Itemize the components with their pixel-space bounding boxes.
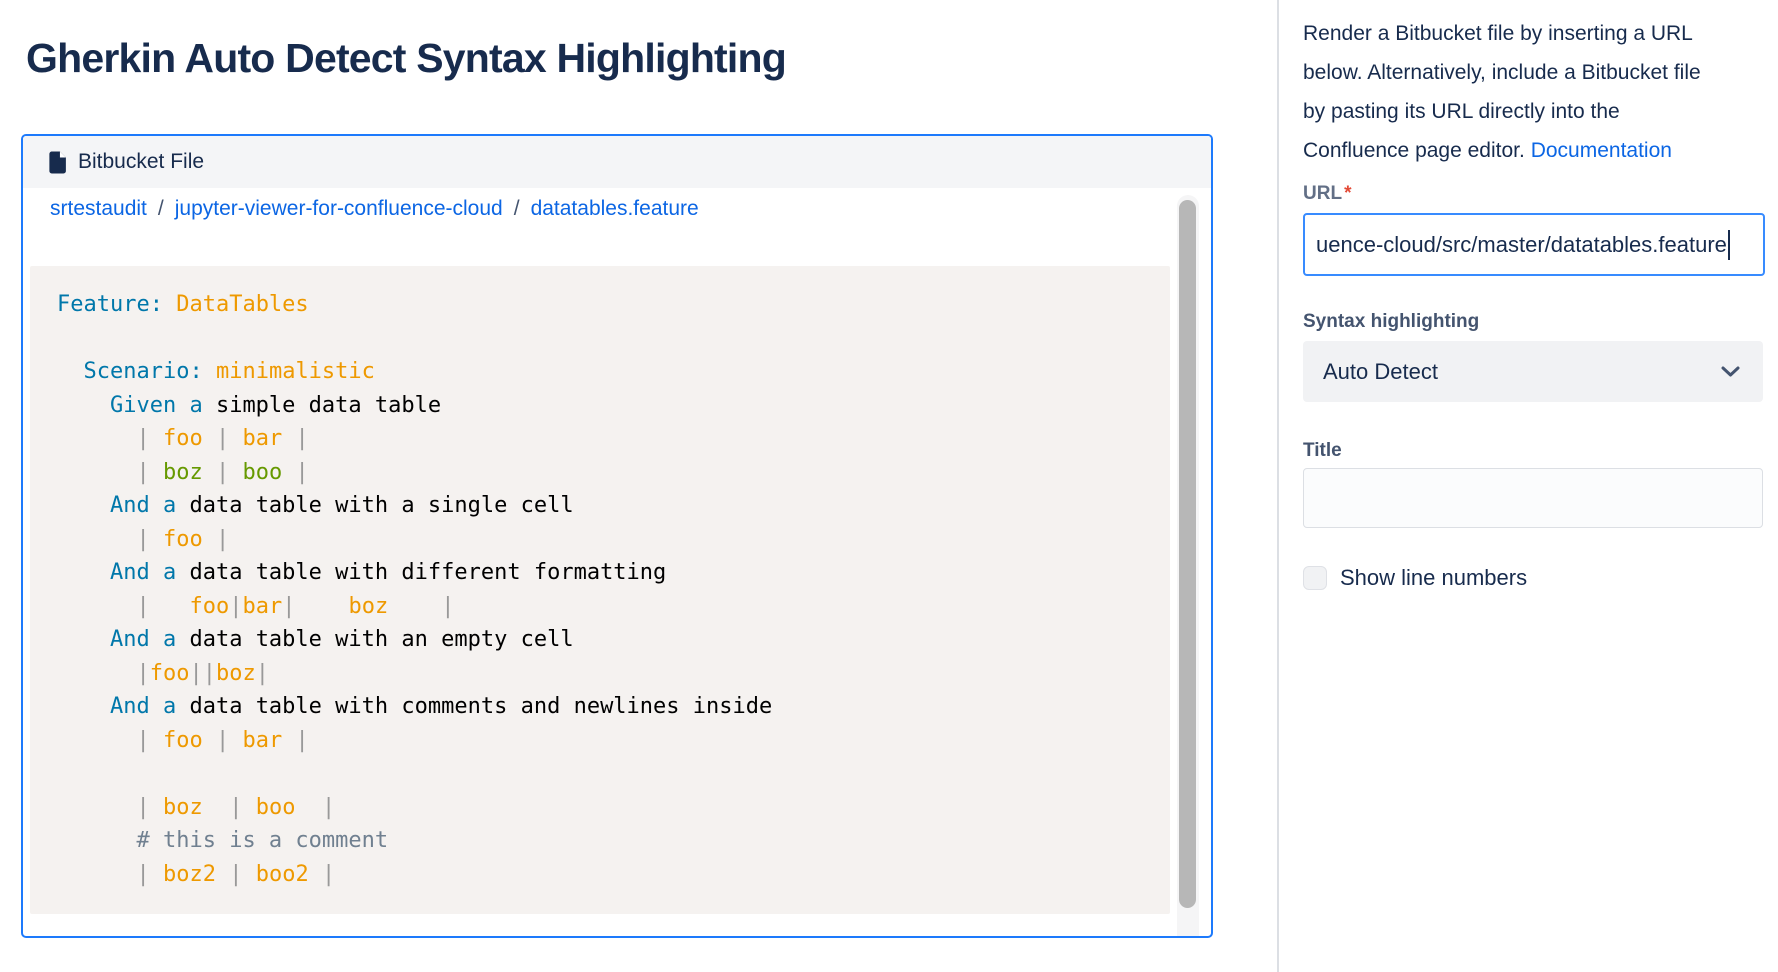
url-label: URL* xyxy=(1303,183,1765,205)
breadcrumb-separator: / xyxy=(514,197,520,220)
code-viewer: Feature: DataTables Scenario: minimalist… xyxy=(30,266,1170,914)
main-content: Gherkin Auto Detect Syntax Highlighting … xyxy=(0,0,1277,972)
breadcrumb-file[interactable]: datatables.feature xyxy=(531,197,699,220)
intro-text: Render a Bitbucket file by inserting a U… xyxy=(1303,14,1778,170)
chevron-down-icon xyxy=(1720,365,1741,378)
title-label: Title xyxy=(1303,440,1765,462)
page-title: Gherkin Auto Detect Syntax Highlighting xyxy=(26,32,1277,84)
url-input-value: uence-cloud/src/master/datatables.featur… xyxy=(1316,232,1727,258)
scrollbar-track[interactable] xyxy=(1177,195,1199,938)
macro-config-sidebar: Render a Bitbucket file by inserting a U… xyxy=(1303,0,1765,591)
scrollbar-thumb[interactable] xyxy=(1179,200,1196,908)
breadcrumb: srtestaudit / jupyter-viewer-for-confluenc… xyxy=(23,188,1211,244)
show-line-numbers-label: Show line numbers xyxy=(1340,565,1527,591)
breadcrumb-repository[interactable]: jupyter-viewer-for-confluence-cloud xyxy=(175,197,503,220)
macro-title: Bitbucket File xyxy=(78,150,204,174)
syntax-highlighting-label: Syntax highlighting xyxy=(1303,311,1765,333)
url-input[interactable]: uence-cloud/src/master/datatables.featur… xyxy=(1303,213,1765,276)
sidebar-divider xyxy=(1277,0,1279,972)
text-cursor xyxy=(1728,230,1730,260)
breadcrumb-workspace[interactable]: srtestaudit xyxy=(50,197,147,220)
document-icon xyxy=(48,151,67,174)
syntax-highlighting-select[interactable]: Auto Detect xyxy=(1303,341,1763,402)
documentation-link[interactable]: Documentation xyxy=(1531,139,1672,162)
required-asterisk: * xyxy=(1344,183,1351,204)
breadcrumb-separator: / xyxy=(158,197,164,220)
bitbucket-file-macro-panel[interactable]: Bitbucket File srtestaudit / jupyter-viewe… xyxy=(21,134,1213,938)
syntax-highlighting-value: Auto Detect xyxy=(1323,359,1438,385)
title-input[interactable] xyxy=(1303,468,1763,528)
show-line-numbers-row: Show line numbers xyxy=(1303,565,1765,591)
macro-header: Bitbucket File xyxy=(23,136,1211,188)
show-line-numbers-checkbox[interactable] xyxy=(1303,566,1327,590)
